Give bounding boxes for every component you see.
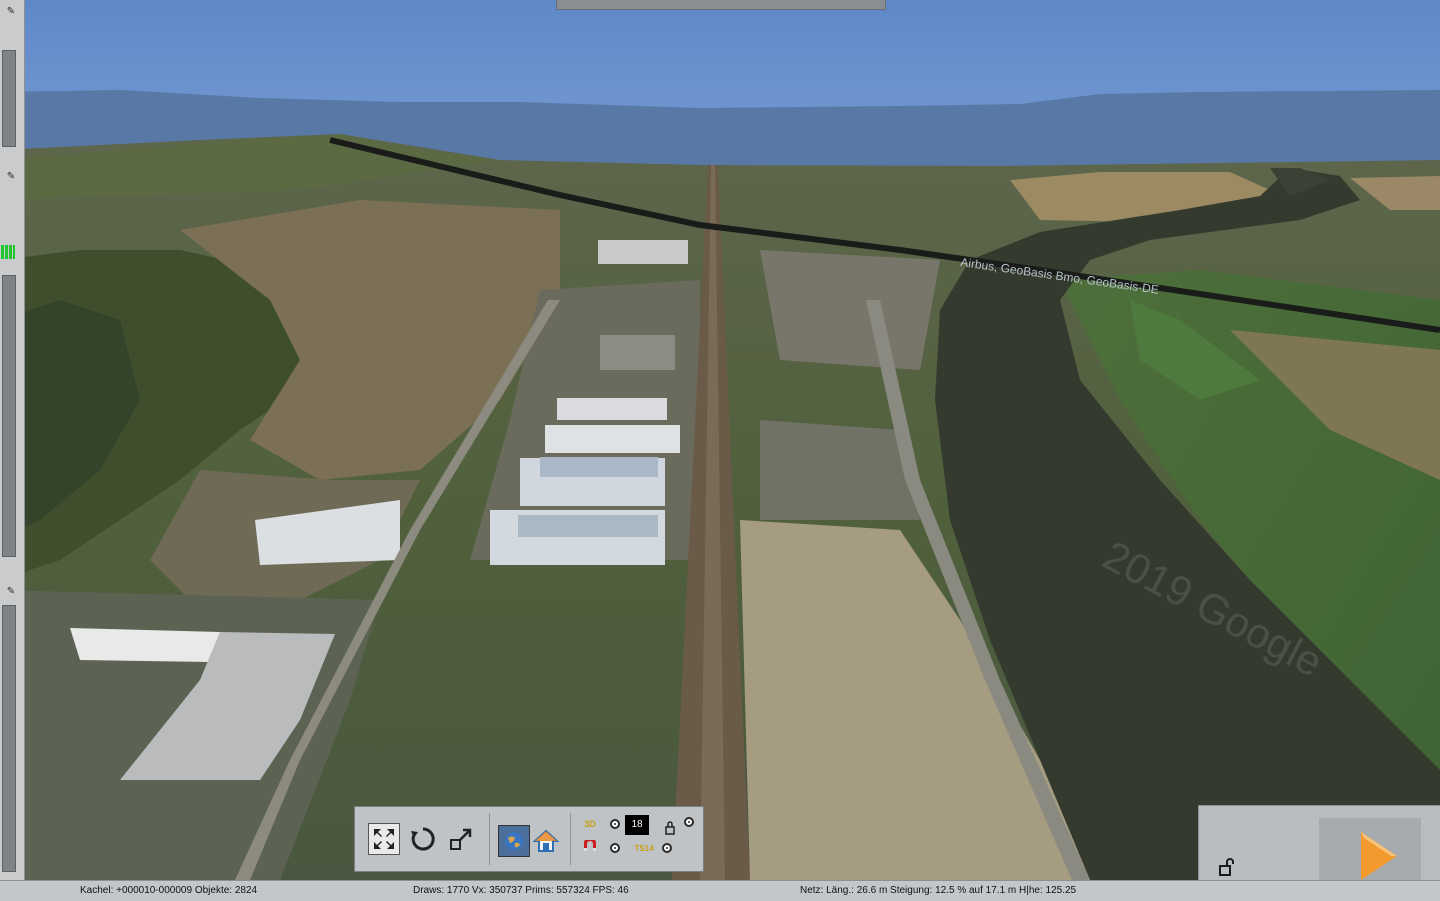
lock-open-icon xyxy=(1219,858,1234,876)
grid-icon[interactable] xyxy=(1,245,15,259)
left-toolbar: ✎ ✎ ✎ xyxy=(0,0,25,880)
top-dropdown-tab[interactable] xyxy=(556,0,886,10)
left-panel-3: ✎ xyxy=(0,580,24,880)
network-status: Netz: Läng.: 26.6 m Steigung: 12.5 % auf… xyxy=(800,885,1077,896)
aerial-scene: 2019 Google Airbus, GeoBasis Bmo, GeoBas… xyxy=(0,0,1440,880)
pin-icon[interactable]: ✎ xyxy=(4,6,18,18)
lock-button[interactable] xyxy=(1213,854,1239,880)
camera-toolbar: 3D 18 TS14 xyxy=(354,806,704,872)
3d-label: 3D xyxy=(584,819,596,829)
status-bar: Kachel: +000010-000009 Objekte: 2824 Dra… xyxy=(0,880,1440,901)
3d-radio[interactable] xyxy=(606,815,624,833)
left-panel-1-content[interactable] xyxy=(2,50,16,147)
speed-display: 18 xyxy=(625,815,649,835)
home-button[interactable] xyxy=(530,825,562,857)
magnet-radio[interactable] xyxy=(606,839,624,857)
pin-icon[interactable]: ✎ xyxy=(4,586,18,598)
left-panel-1: ✎ xyxy=(0,0,24,160)
3d-toggle-button[interactable]: 3D xyxy=(581,815,599,833)
rotate-button[interactable] xyxy=(407,823,439,855)
left-panel-2-content[interactable] xyxy=(2,275,16,557)
play-button[interactable] xyxy=(1319,818,1421,881)
lock-small-icon[interactable] xyxy=(661,819,679,837)
left-panel-2: ✎ xyxy=(0,165,24,575)
pin-icon[interactable]: ✎ xyxy=(4,171,18,183)
globe-button[interactable] xyxy=(498,825,530,857)
ts-radio[interactable] xyxy=(658,839,676,857)
play-panel xyxy=(1198,805,1440,881)
render-stats-status: Draws: 1770 Vx: 350737 Prims: 557324 FPS… xyxy=(413,885,629,896)
globe-icon xyxy=(505,832,523,850)
magnet-icon[interactable] xyxy=(581,839,599,857)
separator xyxy=(489,813,490,865)
left-panel-3-content[interactable] xyxy=(2,605,16,872)
play-icon xyxy=(1361,832,1397,880)
fullscreen-button[interactable] xyxy=(368,823,400,855)
map-viewport[interactable]: 2019 Google Airbus, GeoBasis Bmo, GeoBas… xyxy=(0,0,1440,880)
fullscreen-icon xyxy=(374,829,394,849)
home-icon xyxy=(533,829,559,852)
resize-button[interactable] xyxy=(445,823,477,855)
rotate-icon xyxy=(411,827,435,851)
resize-icon xyxy=(450,828,472,850)
separator xyxy=(570,813,571,865)
ts-label: TS14 xyxy=(634,843,654,853)
ts-toggle[interactable]: TS14 xyxy=(631,839,657,857)
radio-top-right[interactable] xyxy=(680,813,698,831)
tile-objects-status: Kachel: +000010-000009 Objekte: 2824 xyxy=(80,885,258,896)
